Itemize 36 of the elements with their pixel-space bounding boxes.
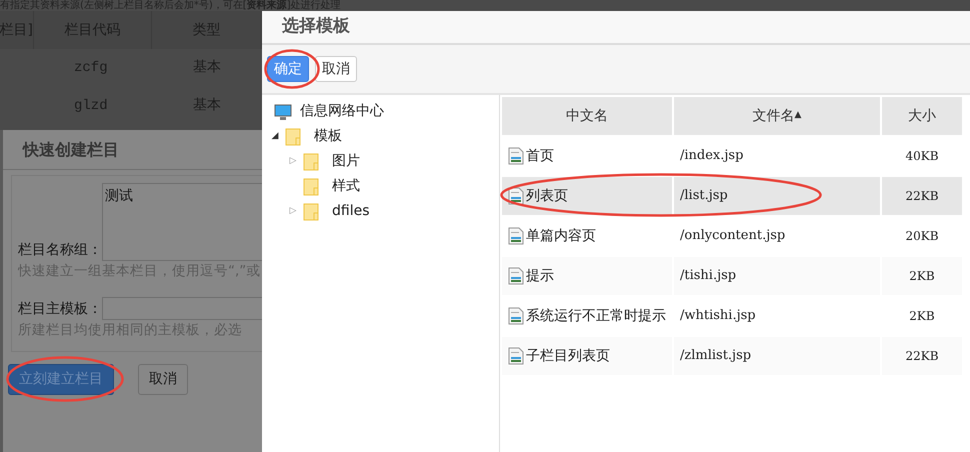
tree-item[interactable]: 模板 [314,126,342,147]
folder-icon [302,152,320,170]
sort-indicator: ▲ [794,109,802,122]
table-cell: 22KB [882,337,962,375]
column-header[interactable]: 中文名 [502,97,672,135]
table-cell[interactable]: 子栏目列表页 [502,337,672,375]
computer-icon [274,102,292,120]
table-cell[interactable]: 提示 [502,257,672,295]
column-header[interactable]: 文件名▲ [674,97,880,135]
table-cell: /tishi.jsp [674,257,880,295]
input-field[interactable] [102,297,262,320]
file-icon [508,227,524,245]
table-cell: /zlmlist.jsp [674,337,880,375]
table-cell: 2KB [882,257,962,295]
field-label: 栏目主模板： [18,300,102,320]
button[interactable]: 取消 [138,364,188,394]
tree-item[interactable]: dfiles [332,201,370,222]
tree-item[interactable]: 信息网络中心 [300,101,384,122]
file-icon [508,347,524,365]
collapse-toggle[interactable]: ◢ [270,130,280,144]
column-header[interactable]: 大小 [882,97,962,135]
file-icon [508,307,524,325]
folder-icon [302,178,320,196]
folder-icon [302,202,320,220]
tree-item[interactable]: 图片 [332,151,360,172]
file-icon [508,147,524,165]
file-icon [508,267,524,285]
table-cell: /list.jsp [674,177,880,215]
folder-icon [284,128,302,146]
table-cell: 22KB [882,177,962,215]
field-label: 栏目名称组： [18,241,102,260]
dialog-title: 选择模板 [262,11,970,45]
tree-item[interactable]: 样式 [332,176,360,197]
table-cell[interactable]: 列表页 [502,177,672,215]
text-area[interactable]: 测试 [102,183,262,261]
button[interactable]: 取消 [315,56,357,82]
